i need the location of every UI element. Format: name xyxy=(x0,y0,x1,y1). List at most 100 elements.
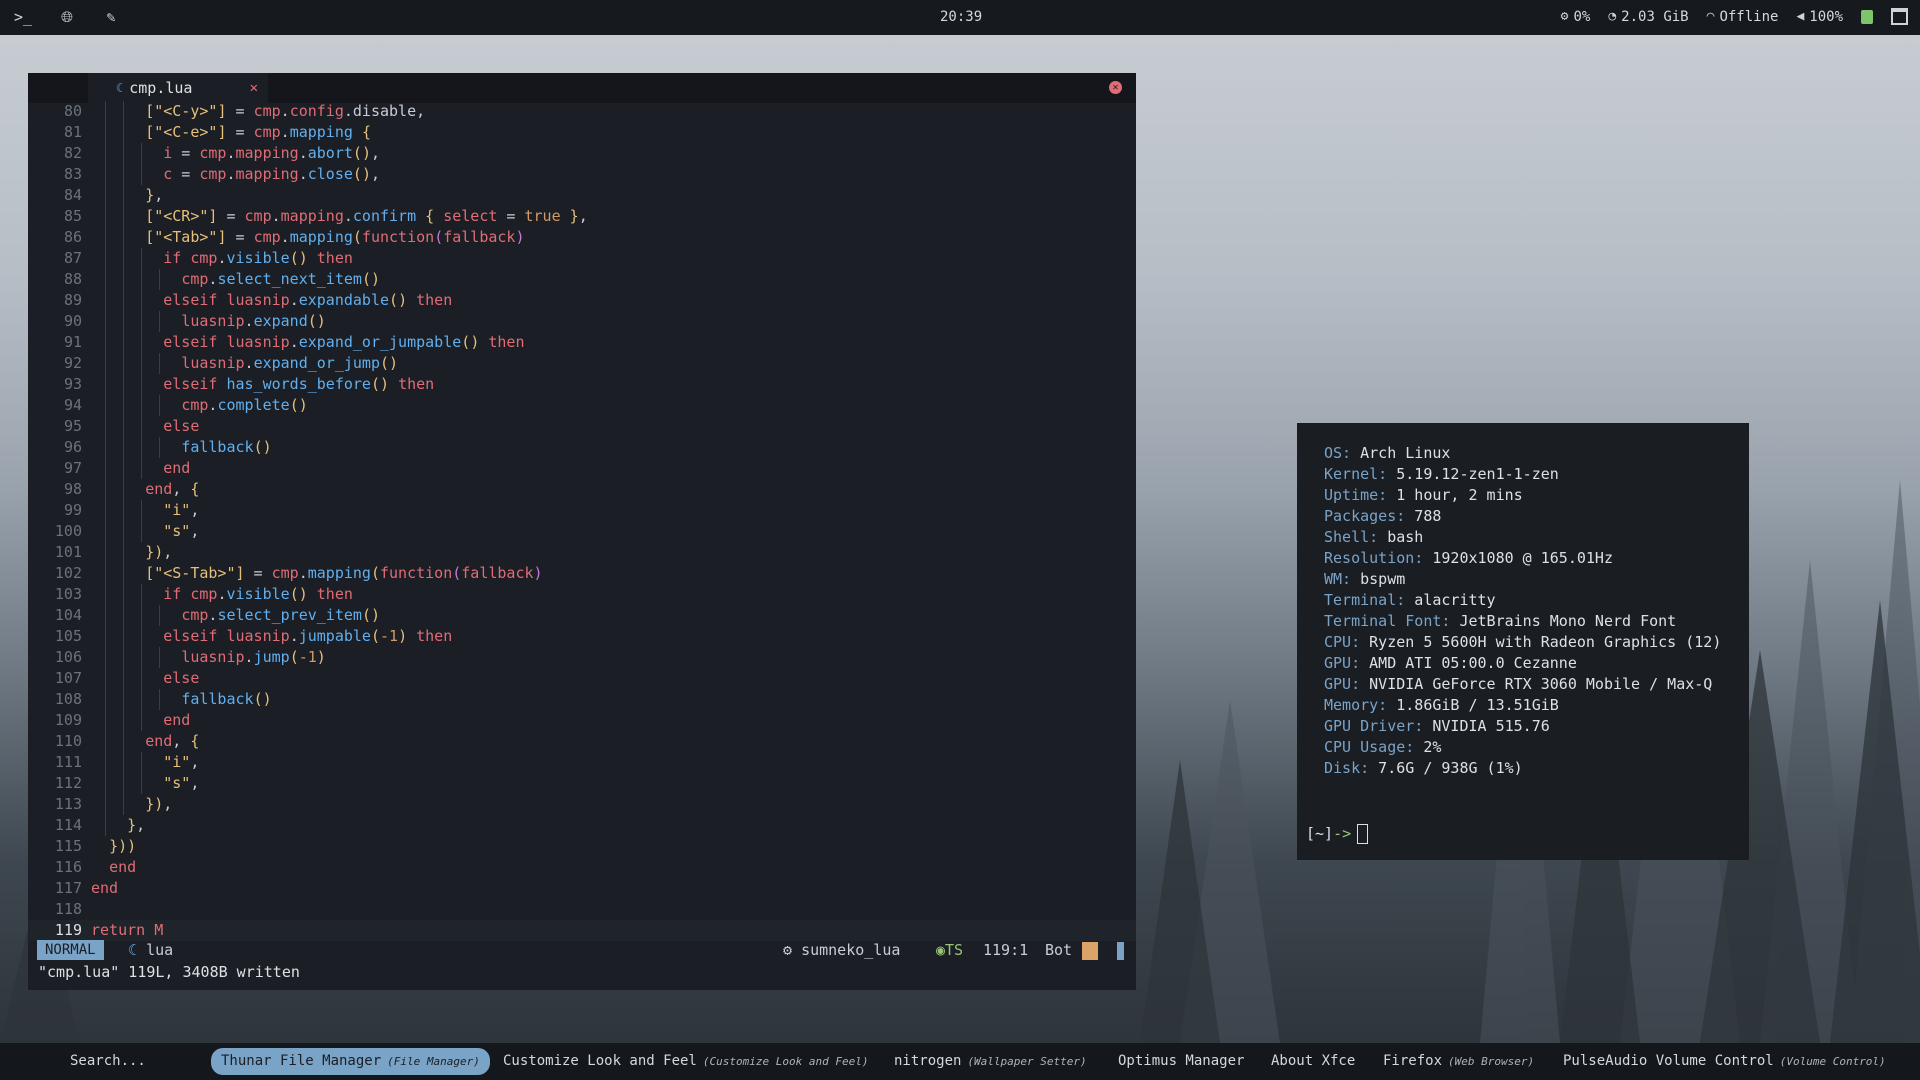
shell-prompt[interactable]: [~]-> xyxy=(1306,824,1369,844)
taskbar-item[interactable]: nitrogen (Wallpaper Setter) xyxy=(894,1048,1087,1075)
line-number: 83 xyxy=(63,165,82,183)
line-number: 86 xyxy=(63,228,82,246)
code-text: fallback() xyxy=(181,690,272,708)
code-line[interactable]: 80 ["<C-y>"] = cmp.config.disable, xyxy=(28,101,1136,122)
sysinfo-row: GPU: AMD ATI 05:00.0 Cezanne xyxy=(1324,653,1577,674)
code-text: i = cmp.mapping.abort(), xyxy=(163,144,380,162)
code-line[interactable]: 108 fallback() xyxy=(28,689,1136,710)
terminal-window[interactable]: OS: Arch Linux Kernel: 5.19.12-zen1-1-zen… xyxy=(1297,423,1749,860)
line-number: 97 xyxy=(63,459,82,477)
code-line[interactable]: 90 luasnip.expand() xyxy=(28,311,1136,332)
code-line[interactable]: 114 }, xyxy=(28,815,1136,836)
taskbar-item[interactable]: PulseAudio Volume Control (Volume Control… xyxy=(1563,1048,1886,1075)
code-line[interactable]: 84 }, xyxy=(28,185,1136,206)
code-line[interactable]: 103 if cmp.visible() then xyxy=(28,584,1136,605)
line-number: 99 xyxy=(63,501,82,519)
sysinfo-row: CPU: Ryzen 5 5600H with Radeon Graphics … xyxy=(1324,632,1721,653)
code-line[interactable]: 81 ["<C-e>"] = cmp.mapping { xyxy=(28,122,1136,143)
code-line[interactable]: 99 "i", xyxy=(28,500,1136,521)
code-line[interactable]: 115 })) xyxy=(28,836,1136,857)
code-line[interactable]: 87 if cmp.visible() then xyxy=(28,248,1136,269)
code-line[interactable]: 118 xyxy=(28,899,1136,920)
code-text: })) xyxy=(109,837,137,855)
code-line[interactable]: 113 }), xyxy=(28,794,1136,815)
window-indicator[interactable] xyxy=(1891,8,1908,25)
sysinfo-row: GPU Driver: NVIDIA 515.76 xyxy=(1324,716,1550,737)
sysinfo-row: OS: Arch Linux xyxy=(1324,443,1450,464)
code-line[interactable]: 93 elseif has_words_before() then xyxy=(28,374,1136,395)
taskbar-item-name: PulseAudio Volume Control xyxy=(1563,1053,1774,1069)
code-line[interactable]: 116 end xyxy=(28,857,1136,878)
code-line[interactable]: 95 else xyxy=(28,416,1136,437)
code-line[interactable]: 98 end, { xyxy=(28,479,1136,500)
code-line[interactable]: 100 "s", xyxy=(28,521,1136,542)
code-area[interactable]: 80 ["<C-y>"] = cmp.config.disable, 81 ["<… xyxy=(28,101,1136,941)
cpu-value: 0% xyxy=(1573,8,1591,25)
cpu-icon: ⚙ xyxy=(1560,9,1569,24)
sysinfo-label: GPU: xyxy=(1324,675,1361,693)
filetype-label: lua xyxy=(146,941,174,959)
code-line[interactable]: 86 ["<Tab>"] = cmp.mapping(function(fall… xyxy=(28,227,1136,248)
code-line[interactable]: 110 end, { xyxy=(28,731,1136,752)
code-line[interactable]: 82 i = cmp.mapping.abort(), xyxy=(28,143,1136,164)
code-line[interactable]: 88 cmp.select_next_item() xyxy=(28,269,1136,290)
line-number: 117 xyxy=(54,879,82,897)
taskbar-item[interactable]: Thunar File Manager (File Manager) xyxy=(211,1048,490,1075)
code-text: "s", xyxy=(163,522,200,540)
edit-icon[interactable]: ✎ xyxy=(102,8,120,26)
line-number: 98 xyxy=(63,480,82,498)
code-text: cmp.select_prev_item() xyxy=(181,606,380,624)
code-line[interactable]: 109 end xyxy=(28,710,1136,731)
globe-icon[interactable]: 🌐︎ xyxy=(58,8,76,26)
sysinfo-row: WM: bspwm xyxy=(1324,569,1405,590)
code-line[interactable]: 105 elseif luasnip.jumpable(-1) then xyxy=(28,626,1136,647)
code-line[interactable]: 97 end xyxy=(28,458,1136,479)
line-number: 101 xyxy=(54,543,82,561)
taskbar-item[interactable]: About Xfce xyxy=(1271,1048,1355,1075)
taskbar-item[interactable]: Firefox (Web Browser) xyxy=(1383,1048,1534,1075)
close-tab-icon[interactable]: ✕ xyxy=(250,80,258,96)
progress-block xyxy=(1082,942,1098,960)
code-text: else xyxy=(163,417,200,435)
code-line[interactable]: 107 else xyxy=(28,668,1136,689)
sysinfo-row: Uptime: 1 hour, 2 mins xyxy=(1324,485,1523,506)
tab-cmp-lua[interactable]: ☾ cmp.lua ✕ xyxy=(88,73,268,103)
code-line[interactable]: 101 }), xyxy=(28,542,1136,563)
taskbar-item-name: nitrogen xyxy=(894,1053,962,1069)
line-number: 105 xyxy=(54,627,82,645)
code-line[interactable]: 106 luasnip.jump(-1) xyxy=(28,647,1136,668)
code-line[interactable]: 104 cmp.select_prev_item() xyxy=(28,605,1136,626)
search-field[interactable]: Search... xyxy=(70,1053,146,1069)
code-line[interactable]: 111 "i", xyxy=(28,752,1136,773)
lsp-label: sumneko_lua xyxy=(801,941,901,959)
volume-indicator[interactable]: ◀ 100% xyxy=(1796,9,1843,25)
code-line[interactable]: 102 ["<S-Tab>"] = cmp.mapping(function(f… xyxy=(28,563,1136,584)
line-number: 107 xyxy=(54,669,82,687)
code-line[interactable]: 112 "s", xyxy=(28,773,1136,794)
close-window-button[interactable]: ✕ xyxy=(1109,81,1122,94)
line-number: 90 xyxy=(63,312,82,330)
network-indicator[interactable]: ◠ Offline xyxy=(1707,9,1779,25)
code-line[interactable]: 94 cmp.complete() xyxy=(28,395,1136,416)
memory-icon: ◔ xyxy=(1608,9,1617,24)
code-line[interactable]: 85 ["<CR>"] = cmp.mapping.confirm { sele… xyxy=(28,206,1136,227)
taskbar-item[interactable]: Optimus Manager xyxy=(1118,1048,1244,1075)
line-number: 88 xyxy=(63,270,82,288)
sysinfo-value: Ryzen 5 5600H with Radeon Graphics (12) xyxy=(1360,633,1722,651)
prompt-dir: [~] xyxy=(1306,824,1334,843)
line-number: 103 xyxy=(54,585,82,603)
code-line[interactable]: 83 c = cmp.mapping.close(), xyxy=(28,164,1136,185)
code-line[interactable]: 91 elseif luasnip.expand_or_jumpable() t… xyxy=(28,332,1136,353)
terminal-icon[interactable]: >_ xyxy=(14,8,32,26)
ts-label: TS xyxy=(945,941,964,959)
neovim-window[interactable]: ☾ cmp.lua ✕ ✕ 80 ["<C-y>"] = cmp.config.… xyxy=(28,73,1136,990)
code-line[interactable]: 119 return M xyxy=(28,920,1136,941)
code-line[interactable]: 92 luasnip.expand_or_jump() xyxy=(28,353,1136,374)
taskbar-item-subtitle: (Customize Look and Feel) xyxy=(702,1055,869,1068)
sysinfo-row: Terminal: alacritty xyxy=(1324,590,1496,611)
code-line[interactable]: 117 end xyxy=(28,878,1136,899)
code-line[interactable]: 89 elseif luasnip.expandable() then xyxy=(28,290,1136,311)
code-line[interactable]: 96 fallback() xyxy=(28,437,1136,458)
sysinfo-label: WM: xyxy=(1324,570,1352,588)
taskbar-item[interactable]: Customize Look and Feel (Customize Look a… xyxy=(503,1048,868,1075)
